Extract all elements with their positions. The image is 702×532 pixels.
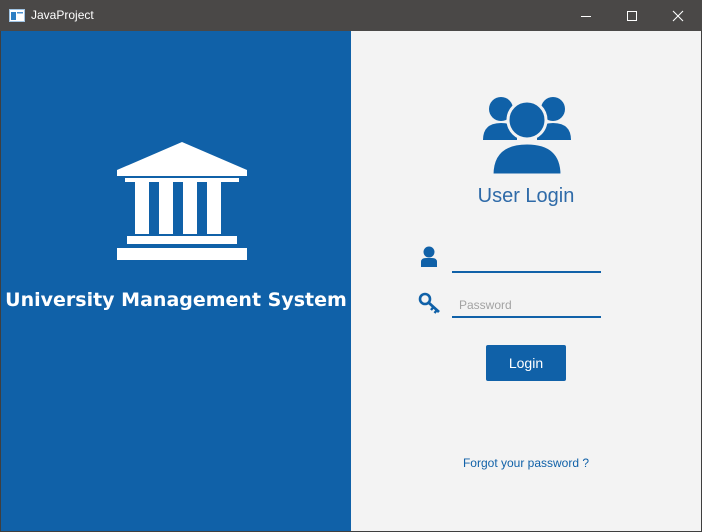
minimize-icon: [581, 15, 591, 17]
login-button[interactable]: Login: [486, 345, 566, 381]
login-title: User Login: [477, 185, 575, 207]
username-input[interactable]: [452, 249, 601, 273]
branding-panel: University Management System: [1, 31, 351, 531]
login-panel: User Login Login Forgot your password ?: [351, 31, 701, 531]
close-button[interactable]: [655, 0, 701, 31]
app-title: University Management System: [5, 289, 347, 311]
password-input[interactable]: [452, 294, 601, 318]
building-icon: [117, 142, 247, 260]
title-bar[interactable]: JavaProject: [0, 0, 702, 31]
maximize-button[interactable]: [609, 0, 655, 31]
user-icon: [421, 246, 437, 267]
maximize-icon: [627, 10, 637, 21]
key-icon: [418, 292, 440, 314]
minimize-button[interactable]: [563, 0, 609, 31]
close-icon: [672, 10, 684, 21]
login-window: JavaProject University Management System…: [0, 0, 702, 532]
users-icon: [483, 97, 571, 177]
app-window-icon: [9, 9, 25, 22]
forgot-password-link[interactable]: Forgot your password ?: [351, 456, 701, 470]
window-title: JavaProject: [31, 8, 94, 22]
